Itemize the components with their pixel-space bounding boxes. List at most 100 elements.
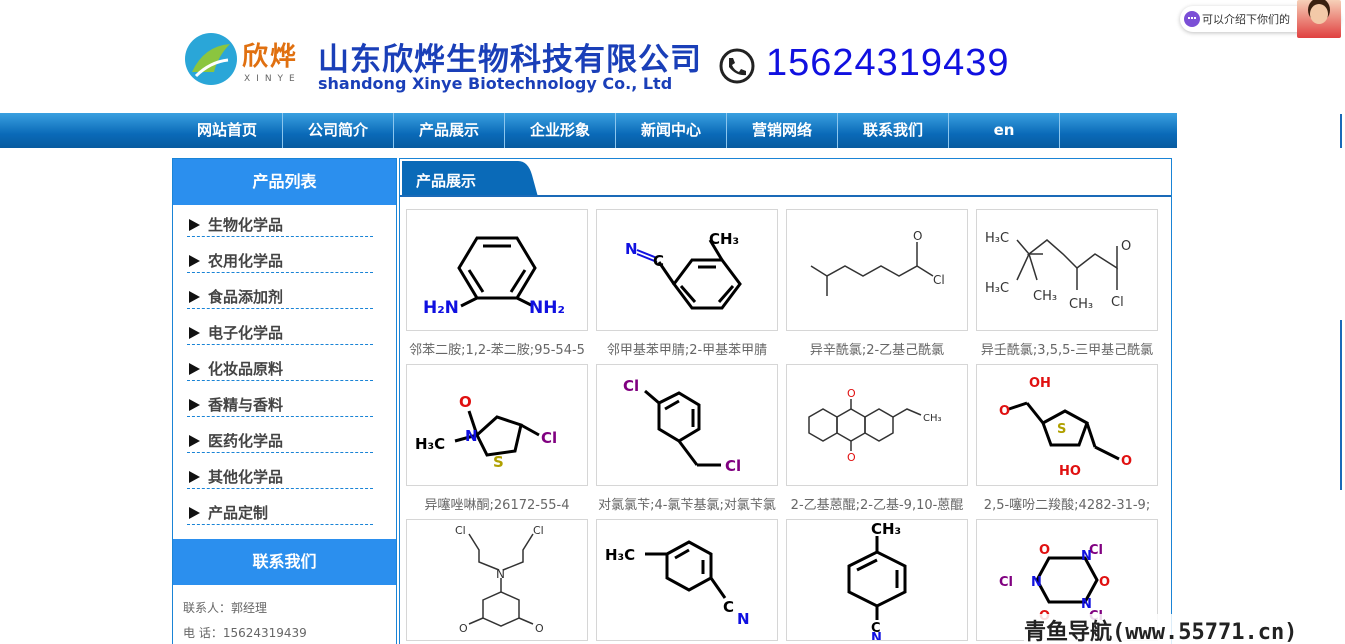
product-list-title: 产品列表 <box>173 159 396 205</box>
sidebar-item-label: 电子化学品 <box>208 324 284 342</box>
sidebar-item-custom-products[interactable]: 产品定制 <box>187 495 373 525</box>
svg-text:O: O <box>459 393 472 411</box>
svg-text:O: O <box>1099 575 1110 590</box>
product-image[interactable]: OH O S HO O <box>976 364 1158 486</box>
svg-text:CH₃: CH₃ <box>923 413 942 424</box>
product-caption[interactable]: 2-乙基蒽醌;2-乙基-9,10-蒽醌 <box>780 494 974 513</box>
sidebar-item-electronic-chemicals[interactable]: 电子化学品 <box>187 315 373 345</box>
contact-title: 联系我们 <box>173 539 396 585</box>
sidebar-item-pharma-chemicals[interactable]: 医药化学品 <box>187 423 373 453</box>
company-name-en: shandong Xinye Biotechnology Co., Ltd <box>318 74 673 93</box>
sidebar-item-other-chemicals[interactable]: 其他化学品 <box>187 459 373 489</box>
svg-text:C: C <box>723 598 734 616</box>
nav-item-contact[interactable]: 联系我们 <box>838 113 949 148</box>
sidebar: 产品列表 生物化学品 农用化学品 食品添加剂 电子化学品 化妆品原料 香精与香料… <box>172 158 397 644</box>
product-caption[interactable]: 邻苯二胺;1,2-苯二胺;95-54-5 <box>400 339 594 358</box>
svg-text:H₃C: H₃C <box>415 435 445 453</box>
product-image[interactable]: O O CH₃ <box>786 364 968 486</box>
svg-text:S: S <box>1057 422 1066 437</box>
svg-text:N: N <box>465 427 478 445</box>
product-image[interactable]: Cl Cl N O O <box>406 519 588 641</box>
svg-text:O: O <box>913 229 922 243</box>
arrow-right-icon <box>189 327 200 339</box>
sidebar-item-biochemicals[interactable]: 生物化学品 <box>187 207 373 237</box>
nav-item-about[interactable]: 公司简介 <box>283 113 394 148</box>
svg-text:O: O <box>1121 239 1131 254</box>
svg-text:H₂N: H₂N <box>423 298 459 318</box>
product-caption[interactable]: 对氯氯苄;4-氯苄基氯;对氯苄氯 <box>590 494 784 513</box>
svg-text:N: N <box>1031 575 1042 590</box>
nav-item-news[interactable]: 新闻中心 <box>616 113 727 148</box>
products-title: 产品展示 <box>416 172 477 190</box>
product-image[interactable]: H₃C H₃C CH₃ CH₃ O Cl <box>976 209 1158 331</box>
sidebar-item-label: 香精与香料 <box>208 396 284 414</box>
product-caption[interactable]: 2,5-噻吩二羧酸;4282-31-9; <box>970 494 1164 513</box>
logo-text-en: XINYE <box>244 74 301 84</box>
product-caption[interactable]: 异壬酰氯;3,5,5-三甲基己酰氯 <box>970 339 1164 358</box>
product-image[interactable]: H₂N NH₂ <box>406 209 588 331</box>
chat-bubble-icon <box>1184 11 1200 27</box>
products-panel: 产品展示 H₂N NH₂ 邻苯二胺;1,2-苯二胺;95-54-5 N C CH… <box>399 158 1172 644</box>
header-phone-number: 15624319439 <box>766 42 1010 84</box>
svg-text:O: O <box>1121 454 1132 469</box>
sidebar-item-flavors-fragrances[interactable]: 香精与香料 <box>187 387 373 417</box>
sidebar-item-cosmetic-materials[interactable]: 化妆品原料 <box>187 351 373 381</box>
svg-text:C: C <box>653 252 664 270</box>
svg-text:O: O <box>535 622 544 635</box>
svg-text:Cl: Cl <box>455 524 466 537</box>
svg-text:NH₂: NH₂ <box>529 298 565 318</box>
arrow-right-icon <box>189 399 200 411</box>
svg-text:OH: OH <box>1029 376 1051 391</box>
svg-text:CH₃: CH₃ <box>871 520 901 538</box>
nav-item-home[interactable]: 网站首页 <box>172 113 283 148</box>
svg-text:N: N <box>1081 549 1092 564</box>
svg-text:Cl: Cl <box>623 377 639 395</box>
svg-text:CH₃: CH₃ <box>709 230 739 248</box>
arrow-right-icon <box>189 507 200 519</box>
svg-text:Cl: Cl <box>1111 295 1124 310</box>
nav-item-marketing[interactable]: 营销网络 <box>727 113 838 148</box>
svg-text:Cl: Cl <box>541 429 557 447</box>
sidebar-item-agrochemicals[interactable]: 农用化学品 <box>187 243 373 273</box>
svg-text:O: O <box>999 404 1010 419</box>
svg-text:Cl: Cl <box>533 524 544 537</box>
sidebar-item-label: 农用化学品 <box>208 252 284 270</box>
svg-text:N: N <box>871 631 882 640</box>
page: 欣烨 XINYE 山东欣烨生物科技有限公司 shandong Xinye Bio… <box>0 0 1345 644</box>
company-name-cn: 山东欣烨生物科技有限公司 <box>318 42 702 78</box>
edge-line <box>1340 114 1342 148</box>
svg-text:HO: HO <box>1059 464 1081 479</box>
svg-text:N: N <box>737 610 750 628</box>
svg-text:N: N <box>496 567 505 581</box>
contact-person: 联系人：郭经理 <box>183 601 268 615</box>
contact-phone: 电 话：15624319439 <box>183 626 307 640</box>
sidebar-item-label: 食品添加剂 <box>208 288 284 306</box>
sidebar-item-food-additives[interactable]: 食品添加剂 <box>187 279 373 309</box>
arrow-right-icon <box>189 291 200 303</box>
edge-line <box>1340 320 1342 490</box>
nav-item-products[interactable]: 产品展示 <box>394 113 505 148</box>
product-image[interactable]: N C CH₃ <box>596 209 778 331</box>
svg-text:Cl: Cl <box>933 273 945 287</box>
product-image[interactable]: Cl Cl <box>596 364 778 486</box>
product-caption[interactable]: 异噻唑啉酮;26172-55-4 <box>400 494 594 513</box>
chat-agent-avatar[interactable] <box>1297 0 1341 38</box>
nav-item-english[interactable]: en <box>949 113 1060 148</box>
arrow-right-icon <box>189 435 200 447</box>
product-image[interactable]: O Cl <box>786 209 968 331</box>
svg-text:Cl: Cl <box>725 457 741 475</box>
product-image[interactable]: CH₃ C N <box>786 519 968 644</box>
arrow-right-icon <box>189 219 200 231</box>
svg-text:O: O <box>459 622 468 635</box>
svg-text:H₃C: H₃C <box>605 546 635 564</box>
svg-text:H₃C: H₃C <box>985 231 1009 246</box>
product-image[interactable]: H₃C C N <box>596 519 778 641</box>
product-caption[interactable]: 邻甲基苯甲腈;2-甲基苯甲腈 <box>590 339 784 358</box>
product-caption[interactable]: 异辛酰氯;2-乙基己酰氯 <box>780 339 974 358</box>
product-image[interactable]: O N H₃C S Cl <box>406 364 588 486</box>
nav-item-image[interactable]: 企业形象 <box>505 113 616 148</box>
arrow-right-icon <box>189 471 200 483</box>
svg-text:CH₃: CH₃ <box>1033 289 1057 304</box>
svg-text:O: O <box>1039 543 1050 558</box>
svg-text:O: O <box>847 387 856 400</box>
